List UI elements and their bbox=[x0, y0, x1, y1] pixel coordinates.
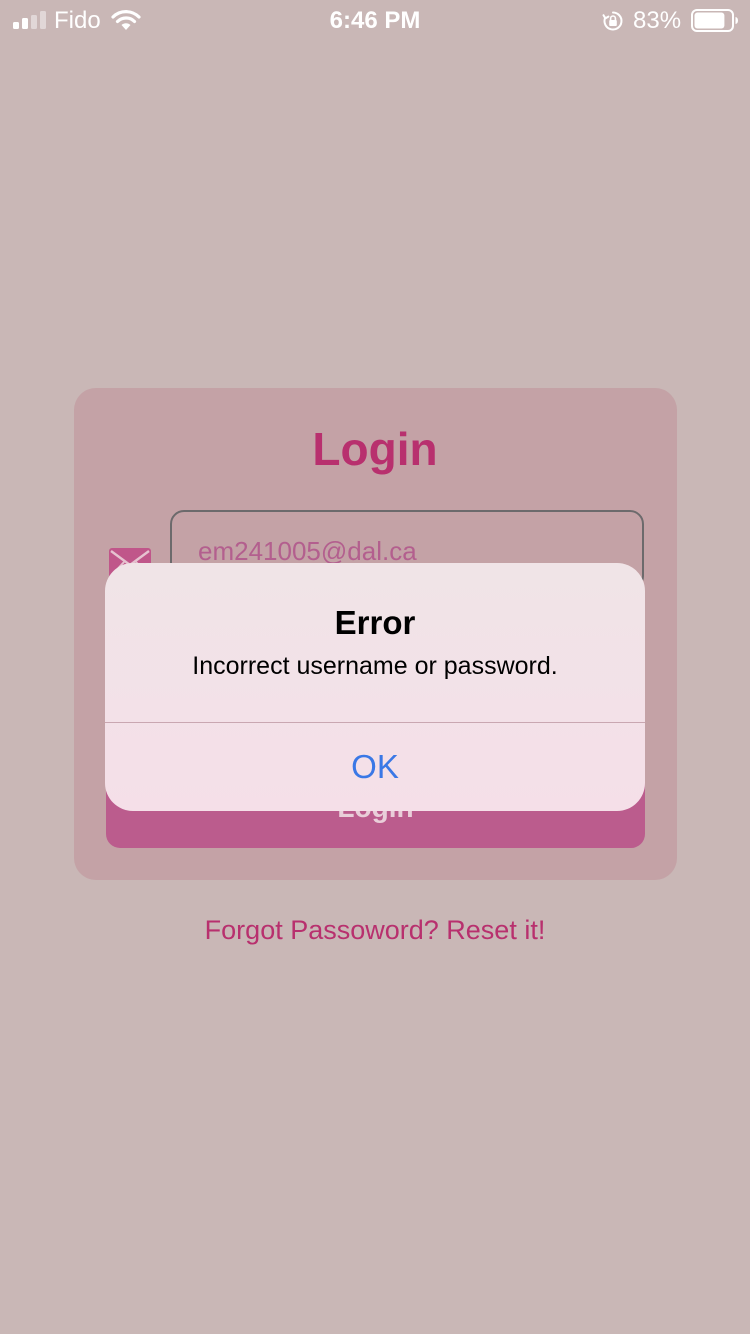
status-bar: Fido 6:46 PM 83% bbox=[0, 0, 750, 40]
alert-title: Error bbox=[334, 604, 416, 641]
forgot-password-link[interactable]: Forgot Passoword? Reset it! bbox=[0, 910, 750, 950]
login-title: Login bbox=[312, 423, 438, 475]
alert-ok-button[interactable]: OK bbox=[105, 723, 645, 811]
alert-message: Incorrect username or password. bbox=[192, 652, 558, 680]
orientation-lock-icon bbox=[602, 11, 623, 31]
battery-icon bbox=[691, 9, 738, 32]
battery-percent: 83% bbox=[633, 7, 682, 34]
error-alert: Error Incorrect username or password. OK bbox=[105, 563, 645, 811]
